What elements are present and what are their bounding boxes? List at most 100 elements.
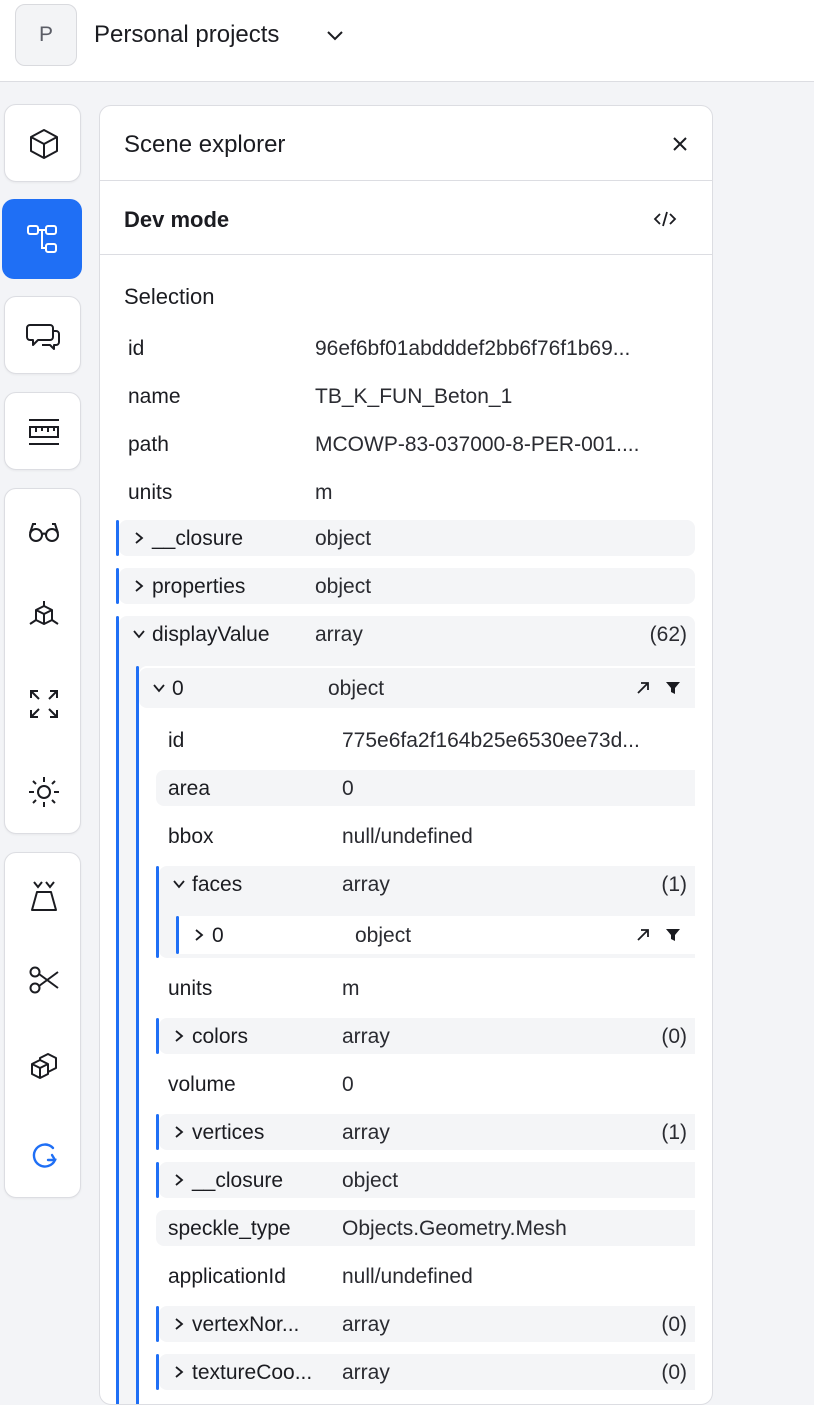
isolate-button[interactable] [5, 1029, 82, 1107]
prop-value[interactable]: 0 [342, 1073, 354, 1097]
prop-row-closure[interactable]: __closure object [159, 1162, 695, 1198]
prop-key: 0 [212, 924, 224, 947]
prop-row-vertices[interactable]: vertices array (1) [159, 1114, 695, 1150]
prop-count: (0) [661, 1361, 687, 1384]
comments-icon [25, 324, 60, 350]
prop-value: object [355, 924, 412, 947]
prop-row-application-id: applicationId null/undefined [156, 1258, 695, 1294]
prop-value[interactable]: 0 [342, 777, 354, 801]
prop-row-id: id 96ef6bf01abdddef2bb6f76f1b69... [124, 330, 694, 366]
prop-value[interactable]: TB_K_FUN_Beton_1 [315, 385, 512, 409]
comments-button[interactable] [5, 297, 82, 375]
chevron-down-icon [153, 684, 165, 693]
open-icon[interactable] [635, 680, 651, 696]
sun-icon [28, 777, 59, 807]
open-icon[interactable] [635, 927, 651, 943]
prop-row-name: name TB_K_FUN_Beton_1 [124, 378, 694, 414]
scene-tree-icon [27, 225, 57, 253]
zoom-extents-button[interactable] [5, 665, 82, 743]
prop-value: object [315, 527, 372, 550]
row-actions [635, 927, 681, 943]
prop-value[interactable]: null/undefined [342, 825, 473, 849]
prop-value: array [315, 623, 363, 646]
prop-value: object [328, 677, 385, 700]
prop-key: vertices [192, 1121, 265, 1144]
prop-value: array [342, 1313, 390, 1336]
prop-key: volume [168, 1073, 236, 1096]
prop-value[interactable]: null/undefined [342, 1265, 473, 1289]
zoom-extents-icon [29, 690, 58, 718]
rail-group-view [4, 488, 81, 834]
scissors-icon [29, 966, 59, 994]
view-modes-button[interactable] [5, 493, 82, 571]
prop-count: (1) [661, 1121, 687, 1144]
prop-value: object [342, 1169, 399, 1192]
section-button[interactable] [5, 941, 82, 1019]
prop-row-faces-0[interactable]: 0 object [179, 916, 695, 954]
prop-value[interactable]: Objects.Geometry.Mesh [342, 1217, 567, 1241]
prop-row-units: units m [156, 970, 695, 1006]
glasses-icon [28, 523, 59, 542]
prop-key: name [128, 385, 181, 408]
reset-button[interactable] [5, 1117, 82, 1195]
workspace-name[interactable]: Personal projects [94, 21, 279, 49]
workspace-avatar[interactable]: P [15, 4, 77, 66]
chevron-right-icon [175, 1366, 184, 1378]
prop-row-texture-coords[interactable]: textureCoo... array (0) [159, 1354, 695, 1390]
dev-mode-header: Dev mode [100, 181, 712, 255]
chevron-right-icon [175, 1030, 184, 1042]
prop-row-vertex-normals[interactable]: vertexNor... array (0) [159, 1306, 695, 1342]
chevron-right-icon [175, 1174, 184, 1186]
prop-row-colors[interactable]: colors array (0) [159, 1018, 695, 1054]
cube-icon [29, 129, 58, 159]
filter-icon[interactable] [665, 927, 681, 943]
selection-title: Selection [124, 284, 215, 309]
prop-row-item-0[interactable]: 0 object [139, 668, 695, 708]
prop-count: (0) [661, 1025, 687, 1048]
light-button[interactable] [5, 753, 82, 831]
perspective-button[interactable] [5, 857, 82, 935]
prop-row-faces[interactable]: faces array (1) [159, 866, 695, 902]
prop-key: faces [192, 873, 243, 896]
prop-key: path [128, 433, 169, 456]
measure-button[interactable] [5, 393, 82, 471]
prop-value[interactable]: m [315, 481, 333, 505]
prop-row-area: area 0 [156, 770, 695, 806]
prop-key: displayValue [152, 623, 270, 646]
expanded-indicator [116, 616, 119, 1404]
prop-row-properties[interactable]: properties object [119, 568, 695, 604]
isolate-icon [30, 1053, 57, 1079]
prop-count: (62) [649, 623, 687, 646]
prop-key: vertexNor... [192, 1313, 300, 1336]
rail-group-models [4, 104, 81, 182]
models-button[interactable] [5, 105, 82, 183]
prop-key: units [168, 977, 213, 1000]
prop-value: array [342, 1025, 390, 1048]
prop-row-units: units m [124, 474, 694, 510]
chevron-right-icon [135, 532, 144, 544]
prop-key: properties [152, 575, 246, 598]
top-bar: P Personal projects [0, 0, 814, 82]
prop-value: array [342, 873, 390, 896]
prop-row-bbox: bbox null/undefined [156, 818, 695, 854]
prop-value[interactable]: m [342, 977, 360, 1001]
prop-row-id: id 775e6fa2f164b25e6530ee73d... [156, 722, 695, 758]
prop-count: (1) [661, 873, 687, 896]
explode-icon [28, 601, 59, 625]
filter-icon[interactable] [665, 680, 681, 696]
prop-value[interactable]: MCOWP-83-037000-8-PER-001.... [315, 433, 639, 457]
code-icon[interactable] [652, 209, 678, 229]
close-icon[interactable] [670, 134, 690, 154]
chevron-right-icon [175, 1318, 184, 1330]
scene-explorer-button[interactable] [2, 199, 82, 279]
explode-button[interactable] [5, 577, 82, 655]
prop-row-display-value[interactable]: displayValue array (62) [119, 616, 695, 652]
prop-row-speckle-type: speckle_type Objects.Geometry.Mesh [156, 1210, 695, 1246]
chevron-right-icon [175, 1126, 184, 1138]
chevron-down-icon[interactable] [324, 24, 346, 46]
prop-value[interactable]: 775e6fa2f164b25e6530ee73d... [342, 729, 640, 753]
prop-value[interactable]: 96ef6bf01abdddef2bb6f76f1b69... [315, 337, 630, 361]
prop-key: id [168, 729, 185, 752]
prop-row-closure[interactable]: __closure object [119, 520, 695, 556]
prop-count: (0) [661, 1313, 687, 1336]
